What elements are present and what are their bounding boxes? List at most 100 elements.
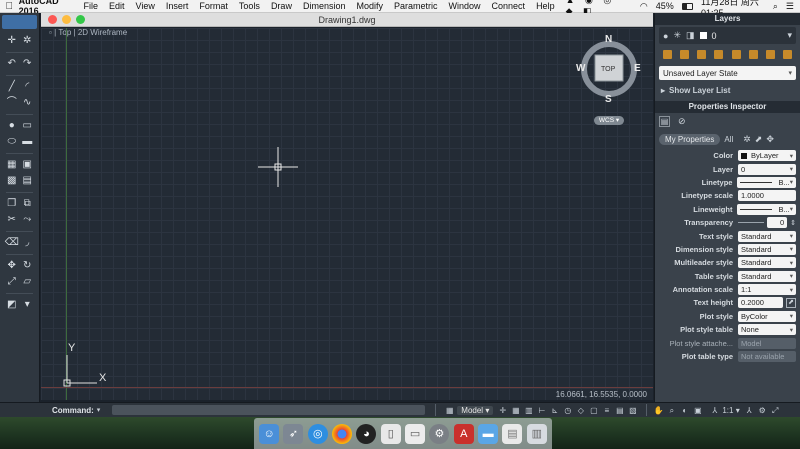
zoom-icon[interactable]: ⌕ [666,405,677,416]
palette-header[interactable] [2,15,37,29]
layer-state-dropdown[interactable]: Unsaved Layer State ▾ [659,66,796,80]
compass-west[interactable]: W [576,63,585,74]
layer-tool-icon[interactable] [714,49,724,59]
lineweight-icon[interactable]: ≡ [601,405,612,416]
annotation-scale-dropdown[interactable]: 1:1 ▾ [738,284,796,296]
view-label[interactable]: Top [58,28,71,37]
compass-north[interactable]: N [605,34,612,45]
rectangle-icon[interactable]: ▭ [20,119,34,133]
pan-icon[interactable]: ✋ [653,405,664,416]
block-icon[interactable]: ◩ [5,298,19,312]
view-controls[interactable]: ▫ | Top | 2D Wireframe [49,28,127,37]
tab-all[interactable]: All [724,135,733,144]
select-objects-icon[interactable]: ✥ [766,134,774,145]
annotation-scale-value[interactable]: 1:1 ▾ [722,406,739,415]
boundary-icon[interactable]: ▣ [20,158,34,172]
compass-south[interactable]: S [605,94,612,105]
system-preferences-icon[interactable]: ⚙ [429,423,450,444]
redo-icon[interactable]: ↷ [20,57,34,71]
arc-icon[interactable]: ◜ [20,80,34,94]
menu-connect[interactable]: Connect [492,1,526,11]
copy-icon[interactable]: ❐ [5,197,19,211]
menu-format[interactable]: Format [199,1,228,11]
spline-icon[interactable]: ∿ [20,96,34,110]
menu-insert[interactable]: Insert [166,1,189,11]
rotate-icon[interactable]: ↻ [20,259,34,273]
orbit-icon[interactable]: ◐ [679,405,690,416]
undo-icon[interactable]: ↶ [5,57,19,71]
plot-style-dropdown[interactable]: ByColor ▾ [738,310,796,322]
trash-icon[interactable]: ▥ [526,423,547,444]
layer-color-icon[interactable] [699,32,707,39]
selection-cycling-icon[interactable]: ▧ [627,405,638,416]
dropdown-icon[interactable]: ▾ [20,298,34,312]
ellipse-icon[interactable]: ⬭ [5,135,19,149]
auto-scale-icon[interactable]: ⅄ [744,405,755,416]
launchpad-icon[interactable]: ➶ [283,423,304,444]
isodraft-icon[interactable]: ◇ [575,405,586,416]
linetype-dropdown[interactable]: B... ▾ [737,176,796,188]
notes-icon[interactable]: ▯ [380,423,401,444]
mirror-icon[interactable]: ⧉ [20,197,34,211]
qq-icon[interactable]: ◕ [356,423,377,444]
layer-tool-icon[interactable] [782,49,792,59]
move-icon[interactable]: ✥ [5,259,19,273]
extend-icon[interactable]: ⤳ [20,213,34,227]
select-icon[interactable]: ✛ [5,34,19,48]
transparency-stepper-icon[interactable]: ⇕ [790,219,796,227]
apple-icon[interactable]:  [0,1,19,12]
color-dropdown[interactable]: ByLayer ▾ [738,150,796,162]
layers-header[interactable]: Layers [655,13,800,25]
menu-edit[interactable]: Edit [109,1,125,11]
link-tab-icon[interactable]: ⊘ [678,116,686,127]
menu-parametric[interactable]: Parametric [394,1,438,11]
lineweight-dropdown[interactable]: B... ▾ [737,203,796,215]
folder-icon[interactable]: ▬ [478,423,499,444]
trim-icon[interactable]: ✂ [5,213,19,227]
layer-tool-icon[interactable] [680,49,690,59]
autocad-icon[interactable]: A [453,423,474,444]
documents-icon[interactable]: ▤ [502,423,523,444]
text-style-dropdown[interactable]: Standard ▾ [738,230,796,242]
coordinates-icon[interactable]: ✛ [497,405,508,416]
plot-style-table-dropdown[interactable]: None ▾ [738,324,796,336]
battery-label[interactable]: 45% [656,1,674,11]
hatch-icon[interactable]: ▦ [5,158,19,172]
table-style-dropdown[interactable]: Standard ▾ [738,270,796,282]
transparency-icon[interactable]: ▤ [614,405,625,416]
layer-tool-icon[interactable] [731,49,741,59]
minimize-button[interactable] [62,15,71,24]
gradient-icon[interactable]: ▤ [20,174,34,188]
viewport-menu-icon[interactable]: ▫ [49,28,52,37]
linetype-scale-field[interactable]: 1.0000 [738,190,796,202]
infer-icon[interactable]: ⊢ [536,405,547,416]
layer-dropdown[interactable]: 0 ▾ [738,163,796,175]
transparency-slider[interactable] [738,222,765,224]
wifi-icon[interactable]: ◠ [640,1,648,12]
polyline-icon[interactable]: ⌒ [5,96,19,110]
toggle-pickadd-icon[interactable]: ⬈ [755,134,763,145]
spotlight-icon[interactable]: ⌕ [773,1,778,12]
show-layer-list-toggle[interactable]: ▸ Show Layer List [661,84,794,96]
erase-icon[interactable]: ⌫ [5,236,19,250]
quick-select-icon[interactable]: ✲ [743,134,751,145]
multileader-style-dropdown[interactable]: Standard ▾ [738,257,796,269]
menu-help[interactable]: Help [536,1,555,11]
viewcube[interactable]: N S E W TOP [576,34,644,116]
menu-modify[interactable]: Modify [356,1,383,11]
line-icon[interactable]: ╱ [5,80,19,94]
text-height-field[interactable]: 0.2000 [738,297,783,309]
layer-lock-icon[interactable]: ◨ [686,30,695,41]
wcs-menu[interactable]: WCS ▾ [594,116,624,125]
transparency-field[interactable]: 0 [767,217,788,229]
compass-east[interactable]: E [634,63,641,74]
layer-tool-icon[interactable] [697,49,707,59]
tab-my-properties[interactable]: My Properties [659,133,721,145]
model-space-toggle[interactable]: Model ▾ [457,405,494,415]
ortho-icon[interactable]: ⊾ [549,405,560,416]
fillet-icon[interactable]: ◞ [20,236,34,250]
pick-height-icon[interactable]: ⬈ [786,297,796,308]
quick-select-icon[interactable]: ✲ [20,34,34,48]
scale-icon[interactable]: ⤢ [5,275,19,289]
visual-style-label[interactable]: 2D Wireframe [78,28,127,37]
